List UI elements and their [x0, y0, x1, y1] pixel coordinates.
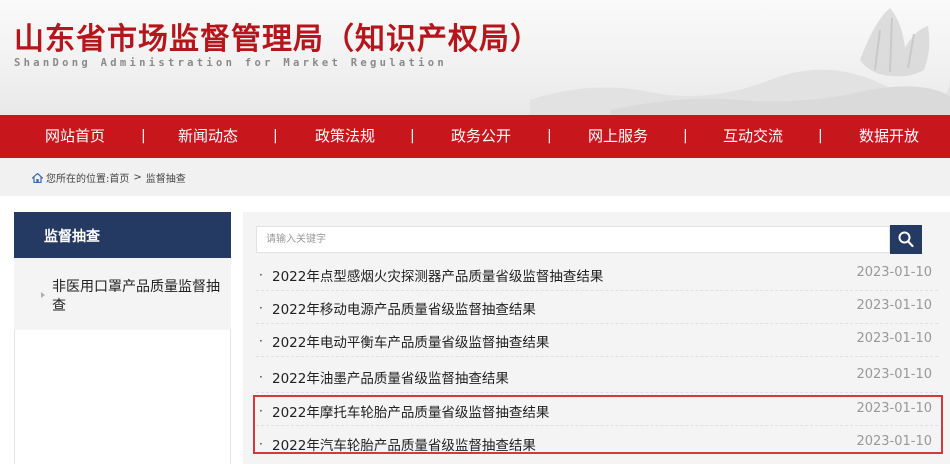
breadcrumb-home-link[interactable]: 首页 — [109, 170, 129, 185]
nav-separator: | — [683, 128, 688, 144]
list-item-title[interactable]: 2022年移动电源产品质量省级监督抽查结果 — [272, 298, 536, 318]
list-item[interactable]: · 2022年汽车轮胎产品质量省级监督抽查结果 2023-01-10 — [243, 426, 950, 459]
nav-separator: | — [818, 128, 823, 144]
list-item[interactable]: · 2022年点型感烟火灾探测器产品质量省级监督抽查结果 2023-01-10 — [243, 257, 950, 290]
nav-separator: | — [141, 128, 146, 144]
nav-item-online-services[interactable]: 网上服务 — [588, 115, 648, 158]
breadcrumb-arrow: > — [133, 172, 142, 183]
sidebar-item-label: 非医用口罩产品质量监督抽查 — [52, 279, 220, 314]
nav-separator: | — [273, 128, 278, 144]
list-item-date: 2023-01-10 — [856, 265, 932, 280]
site-header: 山东省市场监督管理局（知识产权局） ShanDong Administratio… — [0, 0, 950, 115]
list-bullet: · — [259, 404, 263, 418]
list-bullet: · — [259, 334, 263, 348]
list-item[interactable]: · 2022年移动电源产品质量省级监督抽查结果 2023-01-10 — [243, 290, 950, 323]
site-subtitle: ShanDong Administration for Market Regul… — [14, 57, 447, 69]
site-title: 山东省市场监督管理局（知识产权局） — [14, 22, 541, 57]
breadcrumb: 您所在的位置: 首页 > 监督抽查 — [32, 170, 186, 185]
nav-item-government-affairs[interactable]: 政务公开 — [451, 115, 511, 158]
list-item[interactable]: · 2022年油墨产品质量省级监督抽查结果 2023-01-10 — [243, 359, 950, 392]
list-item[interactable]: · 2022年摩托车轮胎产品质量省级监督抽查结果 2023-01-10 — [243, 393, 950, 426]
list-item-title[interactable]: 2022年汽车轮胎产品质量省级监督抽查结果 — [272, 434, 536, 454]
search-field — [256, 226, 890, 253]
list-item-date: 2023-01-10 — [856, 434, 932, 449]
list-bullet: · — [259, 370, 263, 384]
list-item[interactable]: · 2022年电动平衡车产品质量省级监督抽查结果 2023-01-10 — [243, 323, 950, 356]
sidebar-heading: 监督抽查 — [14, 212, 231, 258]
search-input[interactable] — [257, 227, 889, 252]
nav-item-news[interactable]: 新闻动态 — [178, 115, 238, 158]
search-button[interactable] — [890, 225, 922, 254]
search-icon — [898, 231, 914, 248]
breadcrumb-bar: 您所在的位置: 首页 > 监督抽查 — [0, 158, 950, 196]
list-item-date: 2023-01-10 — [856, 401, 932, 416]
list-item-title[interactable]: 2022年油墨产品质量省级监督抽查结果 — [272, 367, 509, 387]
nav-separator: | — [547, 128, 552, 144]
row-divider — [256, 356, 938, 357]
sidebar-item-non-medical-masks[interactable]: 非医用口罩产品质量监督抽查 — [14, 258, 231, 330]
list-item-title[interactable]: 2022年电动平衡车产品质量省级监督抽查结果 — [272, 331, 549, 351]
list-bullet: · — [259, 268, 263, 282]
list-item-date: 2023-01-10 — [856, 331, 932, 346]
list-item-title[interactable]: 2022年摩托车轮胎产品质量省级监督抽查结果 — [272, 401, 549, 421]
nav-item-open-data[interactable]: 数据开放 — [859, 115, 919, 158]
breadcrumb-prefix: 您所在的位置: — [46, 174, 110, 185]
list-item-date: 2023-01-10 — [856, 298, 932, 313]
nav-item-interaction[interactable]: 互动交流 — [723, 115, 783, 158]
list-item-title[interactable]: 2022年点型感烟火灾探测器产品质量省级监督抽查结果 — [272, 265, 603, 285]
main-nav: 网站首页 | 新闻动态 | 政策法规 | 政务公开 | 网上服务 | 互动交流 … — [0, 115, 950, 158]
sidebar-heading-label: 监督抽查 — [44, 229, 100, 245]
nav-separator: | — [410, 128, 415, 144]
caret-right-icon — [41, 292, 45, 298]
breadcrumb-current[interactable]: 监督抽查 — [146, 170, 186, 185]
decorative-landscape-graphic — [530, 8, 950, 115]
home-icon — [32, 172, 43, 183]
list-item-date: 2023-01-10 — [856, 367, 932, 382]
list-bullet: · — [259, 301, 263, 315]
nav-item-home[interactable]: 网站首页 — [45, 115, 105, 158]
list-bullet: · — [259, 437, 263, 451]
nav-item-policies[interactable]: 政策法规 — [315, 115, 375, 158]
